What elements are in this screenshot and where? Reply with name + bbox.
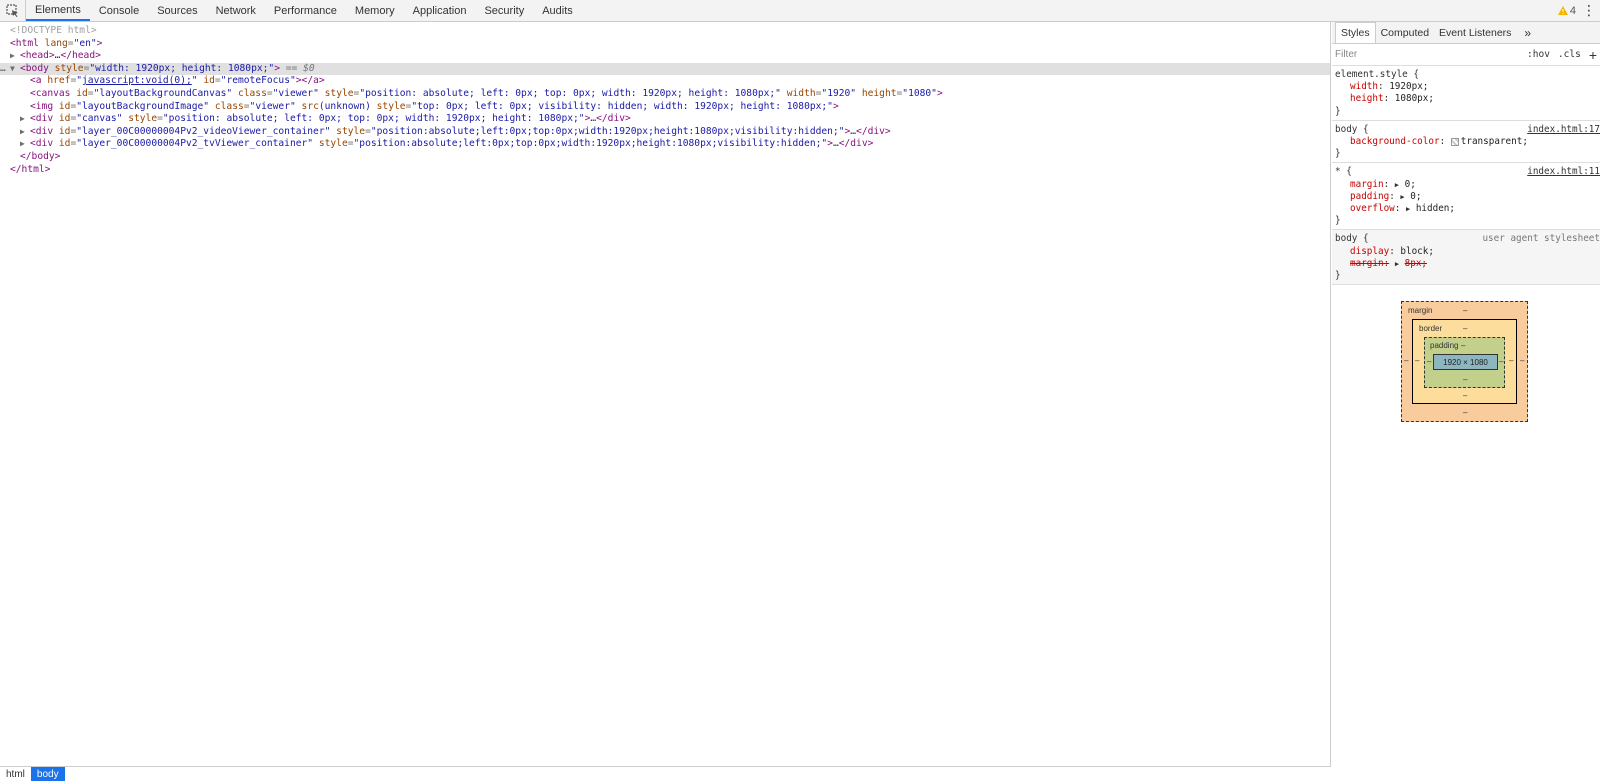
tab-computed[interactable]: Computed (1376, 22, 1434, 43)
margin-bottom-value[interactable]: – (1463, 408, 1467, 417)
breadcrumb-html[interactable]: html (0, 767, 31, 781)
border-bottom-value[interactable]: – (1463, 391, 1467, 400)
inspect-element-icon[interactable] (0, 0, 26, 21)
declaration-height[interactable]: height: 1080px; (1335, 93, 1597, 105)
margin-right-value[interactable]: – (1520, 356, 1524, 365)
expand-triangle-icon[interactable]: ▶ (20, 113, 30, 126)
tab-performance[interactable]: Performance (265, 0, 346, 21)
tab-memory[interactable]: Memory (346, 0, 404, 21)
padding-top-value[interactable]: – (1461, 341, 1465, 350)
border-left-value[interactable]: – (1415, 356, 1419, 365)
rule-user-agent-body: body { user agent stylesheet display: bl… (1332, 230, 1600, 286)
expand-triangle-icon[interactable]: ▶ (20, 126, 30, 139)
padding-bottom-value[interactable]: – (1463, 375, 1467, 384)
warning-count: 4 (1569, 4, 1576, 17)
expand-triangle-icon[interactable]: ▶ (20, 138, 30, 151)
tab-styles[interactable]: Styles (1335, 22, 1376, 43)
box-model-content-size[interactable]: 1920 × 1080 (1433, 354, 1498, 370)
panel-tabs: Elements Console Sources Network Perform… (26, 0, 582, 21)
border-top-value[interactable]: – (1463, 324, 1467, 333)
tab-security[interactable]: Security (475, 0, 533, 21)
tab-sources[interactable]: Sources (148, 0, 206, 21)
tab-event-listeners[interactable]: Event Listeners (1434, 22, 1516, 43)
dom-html-close[interactable]: </html> (0, 164, 1330, 177)
tab-audits[interactable]: Audits (533, 0, 582, 21)
source-link[interactable]: index.html:17 (1527, 124, 1600, 136)
margin-label: margin (1408, 306, 1433, 315)
dom-body-node[interactable]: … ▼ <body style="width: 1920px; height: 10… (0, 62, 1330, 76)
padding-left-value[interactable]: – (1427, 357, 1431, 366)
expand-triangle-icon[interactable]: ▶ (10, 50, 20, 63)
warning-icon (1557, 6, 1568, 15)
dom-a-node[interactable]: <a href="javascript:void(0);" id="remote… (0, 75, 1330, 88)
dom-head-node[interactable]: ▶ <head>…</head> (0, 50, 1330, 63)
declaration-overflow[interactable]: overflow: ▶ hidden; (1335, 203, 1597, 215)
more-options-icon[interactable]: ⋮ (1582, 2, 1596, 20)
declaration-margin-overridden: margin: ▶ 8px; (1350, 257, 1428, 269)
margin-left-value[interactable]: – (1404, 356, 1408, 365)
tab-network[interactable]: Network (207, 0, 265, 21)
cls-toggle-button[interactable]: .cls (1558, 49, 1581, 60)
rule-body-index17: body { index.html:17 background-color: t… (1332, 121, 1600, 164)
dom-div-canvas-node[interactable]: ▶ <div id="canvas" style="position: absol… (0, 113, 1330, 126)
padding-label: padding (1430, 341, 1459, 350)
box-model-margin[interactable]: margin – – – – border – – – – padding – … (1401, 301, 1528, 422)
padding-right-value[interactable]: – (1499, 357, 1503, 366)
collapse-triangle-icon[interactable]: ▼ (10, 63, 20, 76)
hov-toggle-button[interactable]: :hov (1527, 49, 1550, 60)
rule-selector[interactable]: element.style { (1335, 69, 1597, 81)
elements-tree: <!DOCTYPE html> <html lang="en"> ▶ <head>… (0, 22, 1331, 766)
declaration-width[interactable]: width: 1920px; (1335, 81, 1597, 93)
dom-canvas-node[interactable]: <canvas id="layoutBackgroundCanvas" clas… (0, 88, 1330, 101)
dom-div-video-node[interactable]: ▶ <div id="layer_00C00000004Pv2_videoView… (0, 126, 1330, 139)
expand-triangle-icon[interactable]: ▶ (1395, 181, 1399, 189)
box-model-border[interactable]: border – – – – padding – – – – 1920 × 10… (1412, 319, 1517, 404)
tab-application[interactable]: Application (404, 0, 476, 21)
rule-element-style: element.style { width: 1920px; height: 1… (1332, 66, 1600, 121)
styles-filter-input[interactable]: Filter (1335, 49, 1519, 60)
tab-console[interactable]: Console (90, 0, 148, 21)
dom-body-close[interactable]: </body> (0, 151, 1330, 164)
border-label: border (1419, 324, 1443, 333)
more-tabs-chevron-icon[interactable]: » (1516, 22, 1539, 43)
dom-img-node[interactable]: <img id="layoutBackgroundImage" class="v… (0, 101, 1330, 114)
devtools-toolbar: Elements Console Sources Network Perform… (0, 0, 1600, 22)
dom-html-node[interactable]: <html lang="en"> (0, 38, 1330, 51)
rule-universal: * { index.html:11 margin: ▶ 0; padding: … (1332, 163, 1600, 231)
dom-div-tv-node[interactable]: ▶ <div id="layer_00C00000004Pv2_tvViewer_… (0, 138, 1330, 151)
border-right-value[interactable]: – (1509, 356, 1513, 365)
declaration-display: display: block; (1350, 245, 1434, 257)
declaration-padding[interactable]: padding: ▶ 0; (1335, 191, 1597, 203)
expand-triangle-icon[interactable]: ▶ (1400, 193, 1404, 201)
margin-top-value[interactable]: – (1463, 306, 1467, 315)
styles-filter-bar: Filter :hov .cls + (1332, 44, 1600, 66)
expand-triangle-icon[interactable]: ▶ (1406, 205, 1410, 213)
dom-doctype[interactable]: <!DOCTYPE html> (0, 25, 1330, 38)
declaration-margin[interactable]: margin: ▶ 0; (1335, 179, 1597, 191)
new-rule-plus-icon[interactable]: + (1589, 47, 1597, 63)
declaration-background-color[interactable]: background-color: transparent; (1335, 136, 1597, 148)
box-model-diagram: margin – – – – border – – – – padding – … (1401, 301, 1528, 422)
tab-elements[interactable]: Elements (26, 0, 90, 21)
box-model-padding[interactable]: padding – – – – 1920 × 1080 (1424, 337, 1505, 388)
breadcrumb: html body (0, 766, 1331, 781)
warnings-counter[interactable]: 4 (1557, 4, 1576, 17)
color-swatch-icon[interactable] (1450, 137, 1459, 146)
source-link[interactable]: index.html:11 (1527, 166, 1600, 178)
sidebar-tabs: Styles Computed Event Listeners » (1332, 22, 1600, 44)
user-agent-label: user agent stylesheet (1482, 233, 1600, 245)
javascript-void-link[interactable]: javascript:void(0); (82, 75, 192, 86)
breadcrumb-body[interactable]: body (30, 766, 65, 781)
styles-sidebar: Styles Computed Event Listeners » Filter… (1332, 22, 1600, 781)
